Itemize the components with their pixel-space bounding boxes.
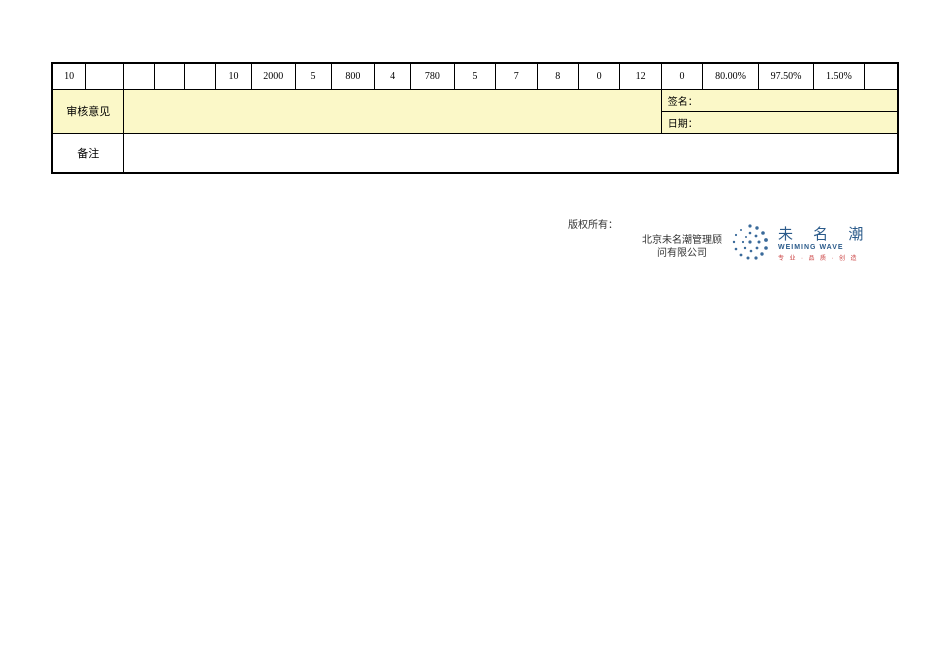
review-row-1: 审核意见 签名： bbox=[52, 89, 898, 111]
notes-label-cell: 备注 bbox=[52, 133, 124, 173]
copyright-label: 版权所有： bbox=[568, 216, 618, 231]
logo-en: WEIMING WAVE bbox=[778, 244, 844, 251]
cell-19: 1.50% bbox=[814, 63, 864, 89]
logo: 未 名 潮 WEIMING WAVE 专 业 · 品 质 · 创 造 bbox=[730, 222, 871, 262]
cell-18: 97.50% bbox=[758, 63, 814, 89]
cell-17: 80.00% bbox=[703, 63, 759, 89]
logo-cn: 未 名 潮 bbox=[778, 223, 871, 244]
date-cell: 日期： bbox=[661, 111, 898, 133]
cell-15: 12 bbox=[620, 63, 661, 89]
cell-4 bbox=[185, 63, 216, 89]
logo-sub: 专 业 · 品 质 · 创 造 bbox=[778, 253, 859, 262]
cell-6: 2000 bbox=[251, 63, 295, 89]
cell-3 bbox=[154, 63, 185, 89]
cell-10: 780 bbox=[411, 63, 455, 89]
cell-8: 800 bbox=[331, 63, 375, 89]
review-content-cell bbox=[124, 89, 661, 133]
cell-0: 10 bbox=[52, 63, 86, 89]
logo-text: 未 名 潮 WEIMING WAVE 专 业 · 品 质 · 创 造 bbox=[778, 223, 871, 262]
cell-14: 0 bbox=[578, 63, 619, 89]
company-name: 北京未名潮管理顾问有限公司 bbox=[640, 234, 724, 260]
cell-12: 7 bbox=[496, 63, 537, 89]
cell-5: 10 bbox=[215, 63, 251, 89]
cell-11: 5 bbox=[454, 63, 495, 89]
cell-2 bbox=[124, 63, 155, 89]
cell-16: 0 bbox=[661, 63, 702, 89]
wave-swirl-icon bbox=[730, 222, 770, 262]
sign-cell: 签名： bbox=[661, 89, 898, 111]
notes-row: 备注 bbox=[52, 133, 898, 173]
main-table: 10 10 2000 5 800 4 780 5 7 8 0 12 0 80.0… bbox=[51, 62, 899, 174]
data-row: 10 10 2000 5 800 4 780 5 7 8 0 12 0 80.0… bbox=[52, 63, 898, 89]
cell-13: 8 bbox=[537, 63, 578, 89]
cell-7: 5 bbox=[295, 63, 331, 89]
notes-content-cell bbox=[124, 133, 898, 173]
cell-20 bbox=[864, 63, 898, 89]
review-label-cell: 审核意见 bbox=[52, 89, 124, 133]
cell-1 bbox=[86, 63, 124, 89]
cell-9: 4 bbox=[375, 63, 411, 89]
